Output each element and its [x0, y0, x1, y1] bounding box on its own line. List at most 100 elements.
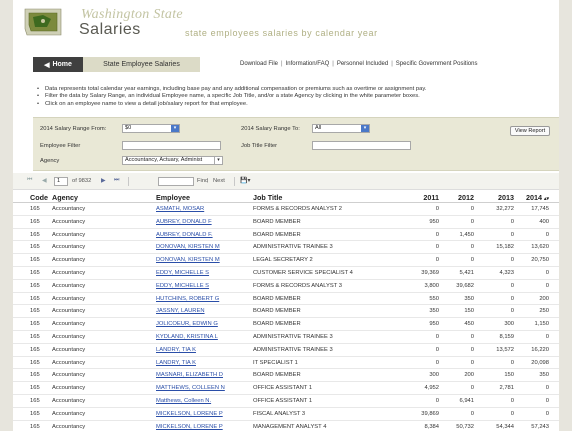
cell-job-title: BOARD MEMBER — [253, 321, 301, 328]
cell-2013: 2,781 — [499, 385, 514, 392]
note-item: Click on an employee name to view a deta… — [35, 101, 535, 109]
employee-link[interactable]: EDDY, MICHELLE S — [156, 283, 209, 289]
cell-code: 165 — [30, 269, 40, 276]
site-title-salaries: Salaries — [79, 21, 141, 38]
cell-2011: 0 — [435, 244, 439, 251]
cell-code: 165 — [30, 295, 40, 302]
cell-2012: 150 — [464, 308, 474, 315]
cell-agency: Accountancy — [52, 333, 86, 340]
employee-link[interactable]: AUBREY, DONALD F — [156, 219, 212, 225]
cell-agency: Accountancy — [52, 346, 86, 353]
cell-2012: 0 — [470, 410, 474, 417]
cell-2011: 300 — [429, 372, 439, 379]
employee-link[interactable]: AUBREY, DONALD F. — [156, 232, 213, 238]
cell-2014: 17,745 — [531, 206, 549, 212]
employee-link[interactable]: MASNARI, ELIZABETH D — [156, 372, 223, 378]
cell-agency: Accountancy — [52, 257, 86, 264]
home-button[interactable]: ◀ Home — [33, 57, 83, 72]
employee-filter-input[interactable] — [122, 141, 221, 150]
specific-government-positions-link[interactable]: Specific Government Positions — [396, 61, 478, 67]
export-icon[interactable]: 💾▾ — [240, 177, 250, 184]
cell-2011: 350 — [429, 308, 439, 315]
cell-2014: 0 — [545, 333, 549, 340]
col-agency[interactable]: Agency — [52, 193, 78, 202]
employee-link[interactable]: DONOVAN, KIRSTEN M — [156, 257, 220, 263]
information-faq-link[interactable]: Information/FAQ — [286, 61, 330, 67]
employee-link[interactable]: Matthews, Colleen N. — [156, 398, 211, 404]
cell-code: 165 — [30, 333, 40, 340]
cell-2011: 39,869 — [421, 410, 439, 417]
washington-map-icon — [24, 8, 62, 36]
employee-link[interactable]: MICKELSON, LORENE P — [156, 411, 223, 417]
cell-2014: 350 — [539, 372, 549, 379]
range-to-label: 2014 Salary Range To: — [241, 126, 300, 132]
job-title-filter-input[interactable] — [312, 141, 411, 150]
chevron-down-icon: ▾ — [214, 157, 222, 164]
view-report-button[interactable]: View Report — [510, 126, 550, 136]
next-page-icon[interactable]: ▶ — [101, 177, 106, 184]
cell-2013: 0 — [510, 410, 514, 417]
employee-link[interactable]: JOLICOEUR, EDWIN G — [156, 321, 218, 327]
col-2012[interactable]: 2012 — [434, 193, 474, 202]
table-row: 165 Accountancy KYDLAND, KRISTINA L ADMINIS… — [13, 331, 559, 344]
first-page-icon[interactable]: ⏮ — [27, 177, 32, 184]
cell-2012: 0 — [470, 206, 474, 212]
col-2013[interactable]: 2013 — [474, 193, 514, 202]
employee-link[interactable]: KYDLAND, KRISTINA L — [156, 334, 218, 340]
table-row: 165 Accountancy MASNARI, ELIZABETH D BOARD … — [13, 369, 559, 383]
cell-job-title: ADMINISTRATIVE TRAINEE 3 — [253, 346, 333, 353]
agency-value: Accountancy, Actuary, Administ — [125, 157, 203, 163]
next-link[interactable]: Next — [213, 178, 225, 184]
cell-code: 165 — [30, 397, 40, 404]
cell-job-title: ADMINISTRATIVE TRAINEE 3 — [253, 244, 333, 251]
employee-link[interactable]: EDDY, MICHELLE S — [156, 270, 209, 276]
agency-label: Agency — [40, 158, 60, 164]
range-to-select[interactable]: All ▾ — [312, 124, 370, 133]
cell-job-title: OFFICE ASSISTANT 1 — [253, 397, 313, 404]
table-row: 165 Accountancy LANDRY, TIA K ADMINISTRATIV… — [13, 344, 559, 357]
col-employee[interactable]: Employee — [156, 193, 190, 202]
cell-2011: 0 — [435, 359, 439, 366]
tab-state-employee-salaries[interactable]: State Employee Salaries — [83, 57, 200, 72]
employee-link[interactable]: MATTHEWS, COLLEEN N — [156, 385, 225, 391]
cell-2014: 20,098 — [531, 359, 549, 366]
cell-agency: Accountancy — [52, 206, 86, 212]
cell-code: 165 — [30, 359, 40, 366]
cell-2014: 200 — [539, 295, 549, 302]
range-from-label: 2014 Salary Range From: — [40, 126, 107, 132]
note-item: Filter the data by Salary Range, an indi… — [35, 93, 535, 101]
cell-job-title: MANAGEMENT ANALYST 4 — [253, 423, 327, 430]
cell-2012: 0 — [470, 257, 474, 264]
col-2014[interactable]: 2014 ▴▾ — [509, 193, 549, 202]
cell-job-title: ADMINISTRATIVE TRAINEE 3 — [253, 333, 333, 340]
cell-code: 165 — [30, 372, 40, 379]
employee-link[interactable]: DONOVAN, KIRSTEN M — [156, 244, 220, 250]
last-page-icon[interactable]: ⏭ — [114, 177, 119, 184]
personnel-included-link[interactable]: Personnel Included — [337, 61, 388, 67]
main-nav: ◀ Home State Employee Salaries Download … — [13, 56, 559, 74]
table-row: 165 Accountancy HUTCHINS, ROBERT G BOARD ME… — [13, 293, 559, 306]
find-input[interactable] — [158, 177, 194, 186]
employee-link[interactable]: JASSNY, LAUREN — [156, 308, 205, 314]
cell-2012: 200 — [464, 372, 474, 379]
cell-2013: 4,323 — [499, 269, 514, 276]
employee-link[interactable]: HUTCHINS, ROBERT G — [156, 296, 219, 302]
download-file-link[interactable]: Download File — [240, 61, 278, 67]
agency-select[interactable]: Accountancy, Actuary, Administ ▾ — [122, 156, 223, 165]
cell-2013: 32,272 — [496, 206, 514, 212]
col-job-title[interactable]: Job Title — [253, 193, 282, 202]
range-from-select[interactable]: $0 ▾ — [122, 124, 180, 133]
cell-job-title: BOARD MEMBER — [253, 231, 301, 238]
cell-agency: Accountancy — [52, 218, 86, 225]
previous-page-icon[interactable]: ◀ — [42, 177, 47, 184]
nav-links: Download File | Information/FAQ | Personnel … — [240, 61, 477, 67]
col-2011[interactable]: 2011 — [399, 193, 439, 202]
col-code[interactable]: Code — [30, 193, 48, 202]
employee-link[interactable]: LANDRY, TIA K — [156, 347, 196, 353]
employee-link[interactable]: LANDRY, TIA K — [156, 360, 196, 366]
cell-2013: 0 — [510, 295, 514, 302]
page-number-input[interactable]: 1 — [54, 177, 68, 186]
employee-link[interactable]: MICKELSON, LORENE P — [156, 424, 223, 430]
cell-2014: 57,243 — [531, 423, 549, 430]
employee-link[interactable]: ASMATH, MOSAR — [156, 206, 204, 212]
